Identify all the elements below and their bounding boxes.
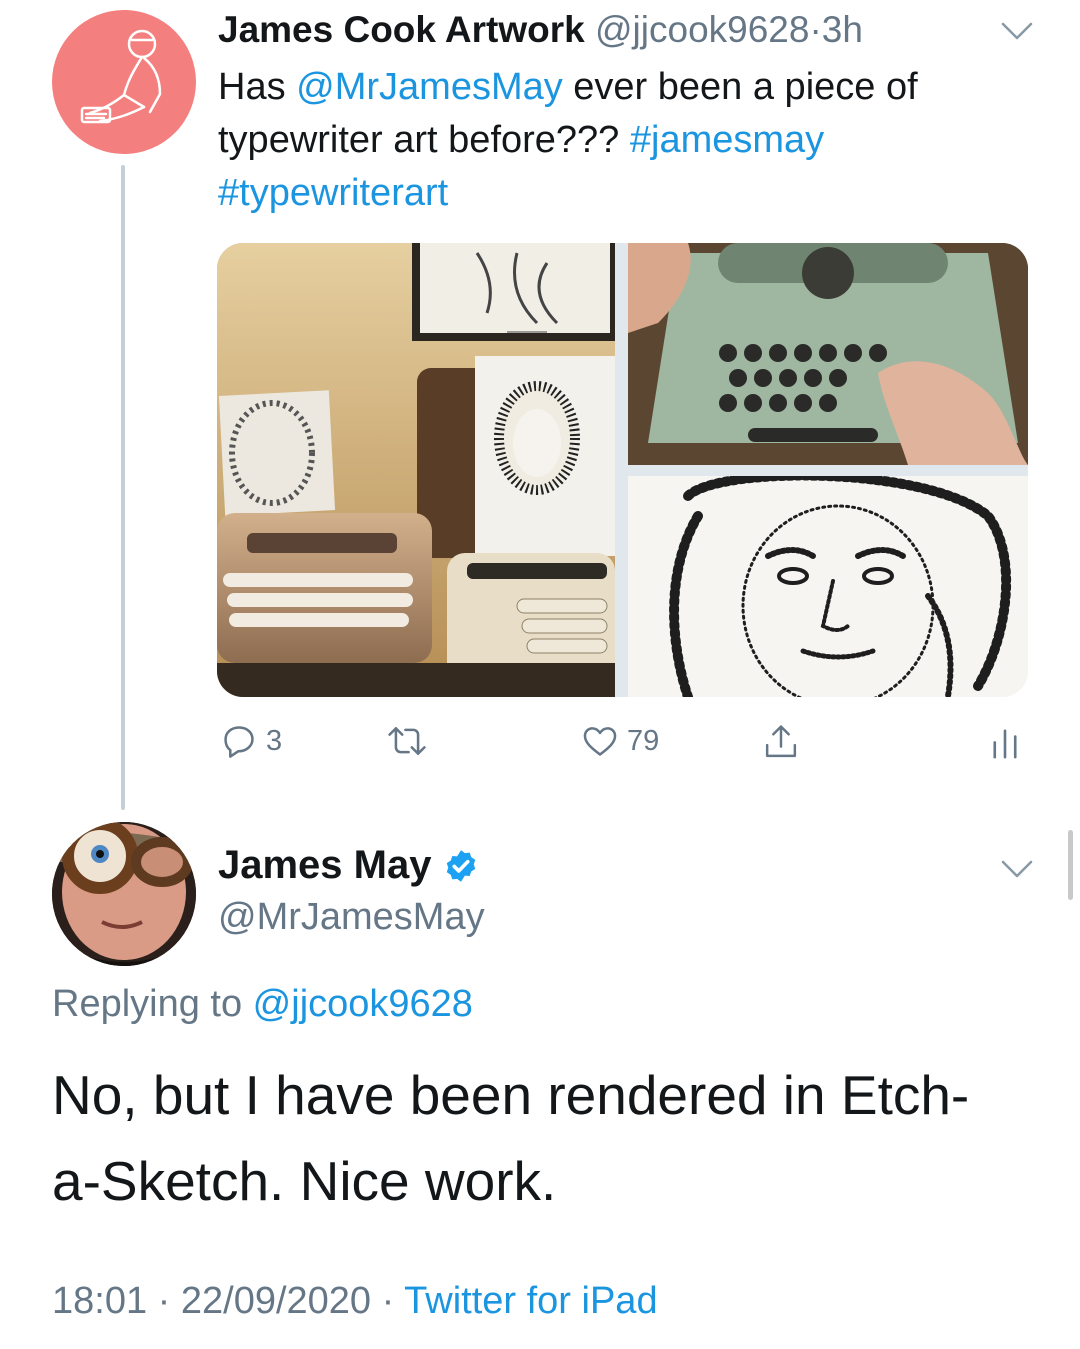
replying-to-line: Replying to @jjcook9628 bbox=[52, 983, 473, 1026]
typewriter-art-portrait-photo[interactable] bbox=[628, 476, 1028, 697]
tweet-date: 22/09/2020 bbox=[180, 1280, 372, 1322]
reply-count: 3 bbox=[266, 724, 283, 757]
tweet-time: 18:01 bbox=[52, 1280, 148, 1322]
james-may-face-icon bbox=[52, 822, 196, 966]
avatar-james-may[interactable] bbox=[52, 822, 196, 966]
tweet1-action-bar: 3 79 bbox=[0, 722, 1080, 772]
like-count: 79 bbox=[627, 724, 660, 757]
author-display-name[interactable]: James Cook Artwork bbox=[218, 9, 585, 50]
thread-connector-line bbox=[121, 165, 125, 810]
heart-icon bbox=[583, 727, 617, 756]
chevron-down-icon[interactable] bbox=[1000, 20, 1034, 42]
retweet-icon bbox=[388, 727, 426, 755]
analytics-action[interactable] bbox=[990, 722, 1020, 760]
author-display-name[interactable]: James May bbox=[218, 843, 431, 888]
author-handle[interactable]: @MrJamesMay bbox=[218, 896, 485, 939]
retweet-action[interactable] bbox=[386, 722, 428, 760]
meta-separator: · bbox=[381, 1280, 395, 1322]
avatar-james-cook-artwork[interactable] bbox=[52, 10, 196, 154]
tweet2-timestamp-line: 18:01 · 22/09/2020 · Twitter for iPad bbox=[52, 1280, 658, 1323]
share-action[interactable] bbox=[762, 722, 800, 762]
replying-to-label: Replying to bbox=[52, 983, 253, 1025]
tweet1-header: James Cook Artwork @jjcook9628·3h bbox=[218, 8, 863, 52]
reply-action[interactable]: 3 bbox=[220, 722, 282, 760]
hashtag-typewriterart[interactable]: #typewriterart bbox=[218, 172, 448, 214]
meta-separator: · bbox=[157, 1280, 171, 1322]
verified-badge-icon bbox=[447, 849, 476, 882]
like-action[interactable]: 79 bbox=[581, 722, 659, 760]
author-handle[interactable]: @jjcook9628 bbox=[595, 9, 809, 50]
reply-icon bbox=[224, 726, 254, 758]
meta-separator: · bbox=[809, 9, 822, 50]
tweet2-text: No, but I have been rendered in Etch-a-S… bbox=[52, 1064, 970, 1212]
mention-link[interactable]: @MrJamesMay bbox=[296, 66, 563, 108]
hands-typing-on-green-typewriter-photo[interactable] bbox=[628, 243, 1028, 465]
tweet-source-link[interactable]: Twitter for iPad bbox=[404, 1280, 657, 1322]
share-icon bbox=[765, 725, 797, 758]
hashtag-jamesmay[interactable]: #jamesmay bbox=[630, 119, 824, 161]
tweet2-author-name-row: James May bbox=[218, 843, 479, 888]
tweet1-text: Has @MrJamesMay ever been a piece of typ… bbox=[218, 61, 1018, 220]
person-sketch-icon bbox=[80, 29, 162, 124]
scrollbar[interactable] bbox=[1068, 830, 1073, 900]
tweet1-media-grid bbox=[217, 243, 1028, 697]
tweet-text-prefix: Has bbox=[218, 66, 297, 108]
analytics-icon bbox=[993, 729, 1017, 759]
chevron-down-icon[interactable] bbox=[1000, 858, 1034, 880]
replying-to-handle[interactable]: @jjcook9628 bbox=[253, 983, 473, 1025]
typewriters-with-portraits-photo[interactable] bbox=[217, 243, 615, 697]
tweet-time-ago[interactable]: 3h bbox=[822, 9, 863, 50]
